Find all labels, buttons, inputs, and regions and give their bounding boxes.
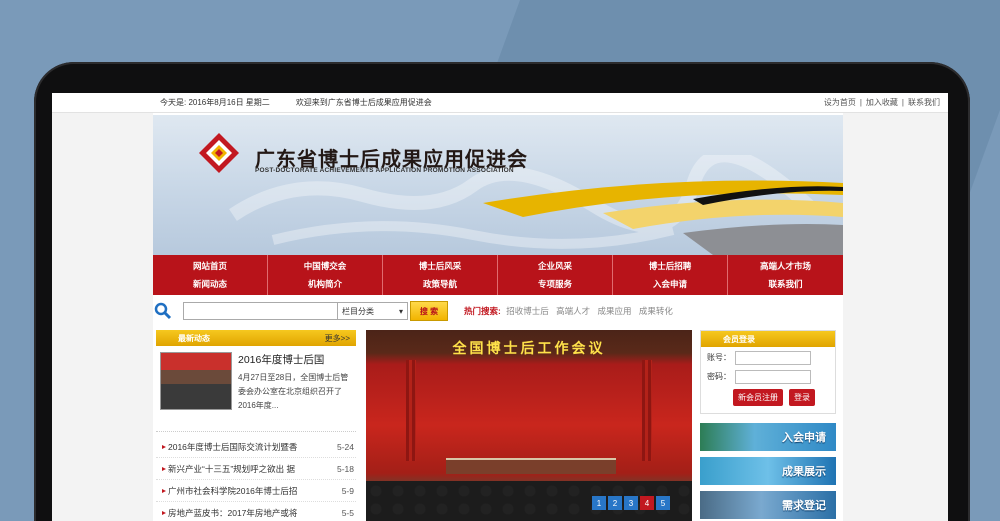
curtain-decoration	[642, 360, 652, 461]
nav-column: 博士后风采 政策导航	[383, 255, 498, 295]
swoosh-graphic	[483, 180, 843, 255]
password-row: 密码：	[701, 368, 835, 385]
featured-news-summary: 4月27日至28日，全国博士后管委会办公室在北京组织召开了2016年度...	[238, 373, 349, 410]
search-bar: 栏目分类 ▾ 搜 索 热门搜索: 招收博士后 高端人才 成果应用 成果转化	[153, 299, 843, 323]
site-subtitle: POST-DOCTORATE ACHIEVEMENTS APPLICATION …	[255, 167, 514, 174]
username-input[interactable]	[735, 350, 811, 365]
latest-news-panel: 最新动态 更多>> 2016年度博士后国 4月27日至28日，全国博士后管委会办公…	[156, 330, 356, 521]
welcome-text: 欢迎来到广东省博士后成果应用促进会	[295, 98, 432, 107]
nav-item-china-expo[interactable]: 中国博交会	[304, 260, 347, 272]
login-buttons: 新会员注册 登录	[701, 385, 835, 406]
association-logo-icon[interactable]	[197, 131, 241, 175]
top-bar: 今天是: 2016年8月16日 星期二 欢迎来到广东省博士后成果应用促进会 设为…	[52, 93, 948, 113]
page-margin-left	[52, 113, 153, 521]
search-button[interactable]: 搜 索	[410, 301, 448, 321]
rostrum-table	[446, 458, 616, 474]
nav-item-home[interactable]: 网站首页	[193, 260, 227, 272]
nav-item-contact[interactable]: 联系我们	[768, 278, 802, 290]
slide-banner-text: 全国博士后工作会议	[452, 340, 606, 356]
nav-item-enterprise[interactable]: 企业风采	[538, 260, 572, 272]
demand-registration-banner[interactable]: 需求登记	[700, 491, 836, 519]
current-date: 今天是: 2016年8月16日 星期二	[160, 98, 270, 107]
category-select-label: 栏目分类	[342, 306, 374, 316]
slide-pagination: 1 2 3 4 5	[592, 496, 670, 510]
news-item-title: 新兴产业“十三五”规划呼之欲出 据	[168, 463, 296, 474]
news-item-date: 5-5	[341, 507, 354, 518]
hot-keyword[interactable]: 招收博士后	[506, 306, 549, 316]
username-row: 账号：	[701, 349, 835, 366]
news-item-title: 2016年度博士后国际交流计划暨香	[168, 441, 298, 452]
nav-item-news[interactable]: 新闻动态	[193, 278, 227, 290]
news-item-date: 5-9	[341, 485, 354, 496]
nav-column: 博士后招聘 入会申请	[613, 255, 728, 295]
membership-apply-banner[interactable]: 入会申请	[700, 423, 836, 451]
nav-item-recruitment[interactable]: 博士后招聘	[649, 260, 692, 272]
news-list: 2016年度博士后国际交流计划暨香 5-24 新兴产业“十三五”规划呼之欲出 据 5…	[156, 432, 356, 521]
slide-page-button[interactable]: 2	[608, 496, 622, 510]
password-label: 密码：	[707, 372, 731, 381]
featured-news[interactable]: 2016年度博士后国 4月27日至28日，全国博士后管委会办公室在北京组织召开了…	[156, 346, 356, 432]
more-link[interactable]: 更多>>	[325, 333, 350, 344]
search-input[interactable]	[183, 302, 338, 320]
password-input[interactable]	[735, 369, 811, 384]
search-icon[interactable]	[153, 301, 173, 321]
browser-screen: 今天是: 2016年8月16日 星期二 欢迎来到广东省博士后成果应用促进会 设为…	[52, 93, 948, 521]
hot-searches: 热门搜索: 招收博士后 高端人才 成果应用 成果转化	[464, 305, 678, 317]
nav-item-services[interactable]: 专项服务	[538, 278, 572, 290]
photo-slideshow[interactable]: 全国博士后工作会议	[366, 330, 692, 521]
slide-page-button[interactable]: 3	[624, 496, 638, 510]
header-banner: 广东省博士后成果应用促进会 POST-DOCTORATE ACHIEVEMENT…	[153, 115, 843, 255]
set-homepage-link[interactable]: 设为首页	[822, 98, 858, 107]
news-panel-title: 最新动态	[178, 333, 210, 343]
news-item-title: 广州市社会科学院2016年博士后招	[168, 485, 298, 496]
member-login-panel: 会员登录 账号： 密码： 新会员注册 登录	[700, 330, 836, 414]
nav-item-policy[interactable]: 政策导航	[423, 278, 457, 290]
news-item-date: 5-24	[336, 441, 354, 452]
username-label: 账号：	[707, 353, 731, 362]
chevron-down-icon: ▾	[398, 306, 403, 316]
news-item-title: 房地产蓝皮书：2017年房地产或将	[168, 507, 298, 518]
hot-keyword[interactable]: 成果应用	[598, 306, 632, 316]
news-item[interactable]: 广州市社会科学院2016年博士后招 5-9	[156, 480, 356, 502]
news-item[interactable]: 房地产蓝皮书：2017年房地产或将 5-5	[156, 502, 356, 521]
page-margin-right	[843, 113, 948, 521]
slide-page-button[interactable]: 5	[656, 496, 670, 510]
featured-news-title[interactable]: 2016年度博士后国	[238, 352, 352, 367]
nav-column: 企业风采 专项服务	[498, 255, 613, 295]
nav-column: 网站首页 新闻动态	[153, 255, 268, 295]
add-favorite-link[interactable]: 加入收藏	[864, 98, 900, 107]
news-item[interactable]: 新兴产业“十三五”规划呼之欲出 据 5-18	[156, 458, 356, 480]
slide-page-button[interactable]: 1	[592, 496, 606, 510]
nav-item-about[interactable]: 机构简介	[308, 278, 342, 290]
main-navigation: 网站首页新闻动态 中国博交会机构简介 博士后风采政策导航 企业风采专项服务 博士…	[153, 255, 843, 295]
achievements-banner[interactable]: 成果展示	[700, 457, 836, 485]
nav-column: 高端人才市场 联系我们	[728, 255, 843, 295]
hot-keyword[interactable]: 高端人才	[556, 306, 590, 316]
nav-item-membership[interactable]: 入会申请	[653, 278, 687, 290]
hot-keyword[interactable]: 成果转化	[639, 306, 673, 316]
featured-news-thumbnail[interactable]	[160, 352, 232, 410]
top-links: 设为首页 | 加入收藏 | 联系我们	[822, 97, 942, 108]
hot-search-label: 热门搜索:	[464, 306, 501, 316]
separator: |	[859, 98, 862, 107]
slide-page-button-active[interactable]: 4	[640, 496, 654, 510]
nav-item-talent-market[interactable]: 高端人才市场	[760, 260, 811, 272]
login-panel-header: 会员登录	[701, 331, 835, 347]
news-panel-header: 最新动态 更多>>	[156, 330, 356, 346]
nav-column: 中国博交会 机构简介	[268, 255, 383, 295]
news-item-date: 5-18	[336, 463, 354, 474]
curtain-decoration	[406, 360, 416, 461]
register-button[interactable]: 新会员注册	[733, 389, 783, 406]
login-button[interactable]: 登录	[789, 389, 815, 406]
category-select[interactable]: 栏目分类 ▾	[338, 302, 408, 320]
featured-news-text: 2016年度博士后国 4月27日至28日，全国博士后管委会办公室在北京组织召开了…	[232, 352, 352, 431]
contact-us-link[interactable]: 联系我们	[906, 98, 942, 107]
nav-item-postdoc-profile[interactable]: 博士后风采	[419, 260, 462, 272]
news-item[interactable]: 2016年度博士后国际交流计划暨香 5-24	[156, 436, 356, 458]
